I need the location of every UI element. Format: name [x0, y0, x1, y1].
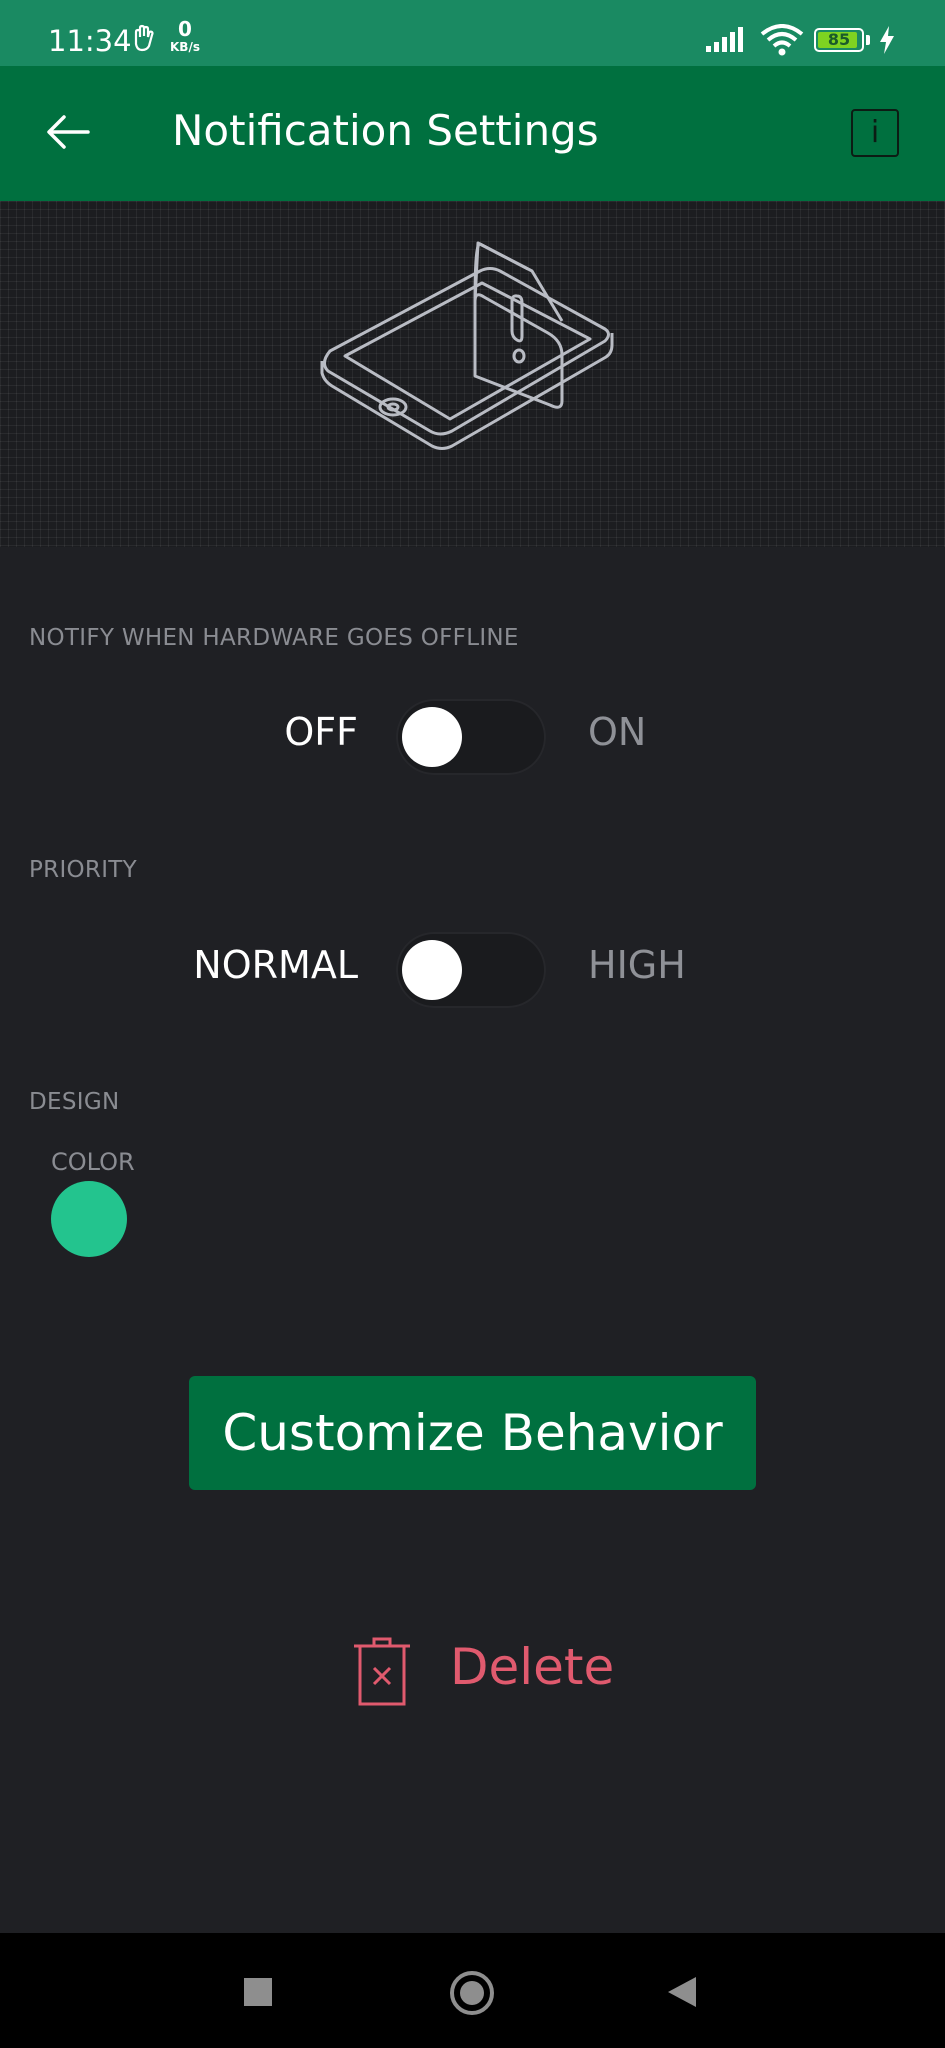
- back-button[interactable]: [40, 102, 100, 162]
- delete-label: Delete: [450, 1638, 615, 1696]
- battery-icon: 85: [814, 28, 864, 52]
- arrow-left-icon: [47, 115, 90, 149]
- trash-icon: [350, 1636, 414, 1712]
- battery-tip: [866, 35, 870, 45]
- customize-behavior-button[interactable]: Customize Behavior: [189, 1376, 756, 1490]
- charging-bolt-icon: [878, 26, 896, 58]
- app-bar: Notification Settings i: [0, 66, 945, 201]
- offline-on-label: ON: [588, 710, 647, 754]
- offline-toggle-knob: [396, 699, 472, 775]
- status-time: 11:34: [48, 24, 132, 58]
- priority-normal-label: NORMAL: [193, 943, 358, 987]
- battery-level: 85: [827, 30, 851, 49]
- offline-section-label: NOTIFY WHEN HARDWARE GOES OFFLINE: [29, 625, 519, 651]
- offline-toggle[interactable]: [396, 699, 546, 775]
- home-icon[interactable]: [450, 1971, 494, 2015]
- hand-icon: [128, 22, 160, 58]
- wifi-icon: [760, 24, 804, 60]
- info-button[interactable]: i: [851, 109, 899, 157]
- hero-banner: [0, 201, 945, 547]
- color-swatch[interactable]: [51, 1181, 127, 1257]
- priority-toggle-knob: [396, 932, 472, 1008]
- system-nav-bar: [0, 1933, 945, 2048]
- color-label: COLOR: [51, 1148, 135, 1176]
- priority-high-label: HIGH: [588, 943, 686, 987]
- design-section-label: DESIGN: [29, 1089, 120, 1115]
- recents-icon[interactable]: [244, 1978, 272, 2006]
- signal-icon: [706, 26, 750, 58]
- net-speed: 0 KB/s: [170, 19, 200, 56]
- page-title: Notification Settings: [172, 106, 599, 155]
- status-bar: 11:34 0 KB/s 85: [0, 0, 945, 66]
- back-triangle-icon[interactable]: [666, 1975, 698, 2013]
- phone-alert-illustration: [320, 241, 614, 450]
- offline-off-label: OFF: [284, 710, 358, 754]
- delete-button[interactable]: Delete: [350, 1632, 614, 1708]
- priority-section-label: PRIORITY: [29, 857, 137, 883]
- net-speed-unit: KB/s: [170, 40, 200, 54]
- priority-toggle[interactable]: [396, 932, 546, 1008]
